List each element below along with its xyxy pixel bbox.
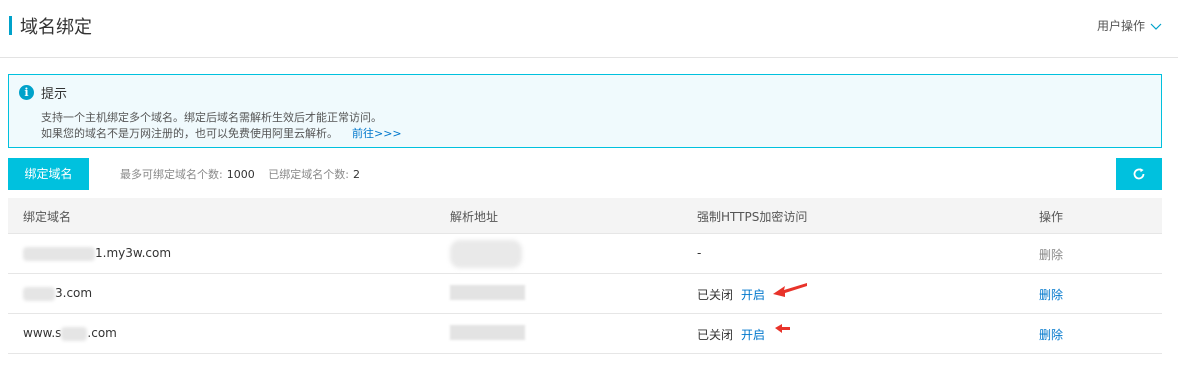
redacted-blur <box>23 286 55 301</box>
table-row: 1.my3w.com - 删除 <box>8 234 1162 274</box>
aliyun-dns-link[interactable]: 前往>>> <box>352 127 402 140</box>
https-cell: 已关闭 开启 <box>697 286 765 303</box>
redacted-blur <box>23 246 95 261</box>
info-icon: i <box>19 85 34 100</box>
header-actions: 操作 <box>1039 210 1064 224</box>
tip-title: 提示 <box>41 87 68 102</box>
table-row: www.s .com 已关闭 开启 删除 <box>8 314 1162 354</box>
enable-https-link[interactable]: 开启 <box>741 328 765 342</box>
redacted-blur <box>61 326 88 341</box>
delete-link[interactable]: 删除 <box>1039 246 1063 263</box>
table-header: 绑定域名 解析地址 强制HTTPS加密访问 操作 <box>8 198 1162 234</box>
chevron-down-icon <box>1150 23 1162 30</box>
https-status: 已关闭 <box>697 288 734 302</box>
user-ops-label: 用户操作 <box>1096 19 1145 33</box>
domain-stats: 最多可绑定域名个数: 1000 已绑定域名个数: 2 <box>120 166 370 182</box>
domain-suffix: 3.com <box>55 286 93 300</box>
delete-link[interactable]: 删除 <box>1039 286 1063 303</box>
domain-cell: www.s .com <box>23 326 117 341</box>
enable-https-link[interactable]: 开启 <box>741 288 765 302</box>
page-title: 域名绑定 <box>20 17 92 38</box>
bind-domain-button[interactable]: 绑定域名 <box>8 158 89 190</box>
annotation-arrow-icon <box>773 283 807 297</box>
redacted-address <box>450 240 522 268</box>
annotation-arrow-icon <box>775 324 790 333</box>
user-ops-menu[interactable]: 用户操作 <box>1097 17 1162 34</box>
max-domains-value: 1000 <box>226 168 255 181</box>
refresh-icon <box>1133 168 1145 180</box>
page-header: 域名绑定 用户操作 <box>0 0 1178 58</box>
domain-cell: 3.com <box>23 286 92 301</box>
delete-link[interactable]: 删除 <box>1039 326 1063 343</box>
domain-cell: 1.my3w.com <box>23 246 171 261</box>
tip-line-1: 支持一个主机绑定多个域名。绑定后域名需解析生效后才能正常访问。 <box>41 111 382 124</box>
title-accent-bar <box>9 16 12 35</box>
bound-domains-value: 2 <box>352 168 360 181</box>
https-cell: 已关闭 开启 <box>697 326 765 343</box>
domain-prefix: www.s <box>23 326 62 340</box>
header-resolve-address: 解析地址 <box>450 210 499 224</box>
tip-line-2: 如果您的域名不是万网注册的，也可以免费使用阿里云解析。 前往>>> <box>41 125 402 141</box>
domain-suffix: .com <box>87 326 117 340</box>
https-status: - <box>697 246 702 260</box>
redacted-address <box>450 285 525 300</box>
refresh-button[interactable] <box>1116 158 1162 190</box>
max-domains-label: 最多可绑定域名个数: <box>120 168 223 181</box>
header-https: 强制HTTPS加密访问 <box>697 210 808 224</box>
bound-domains-label: 已绑定域名个数: <box>268 168 349 181</box>
header-domain: 绑定域名 <box>23 210 72 224</box>
domain-suffix: 1.my3w.com <box>95 246 172 260</box>
table-row: 3.com 已关闭 开启 删除 <box>8 274 1162 314</box>
tip-box: i 提示 支持一个主机绑定多个域名。绑定后域名需解析生效后才能正常访问。 如果您… <box>8 74 1162 148</box>
tip-line-2-text: 如果您的域名不是万网注册的，也可以免费使用阿里云解析。 <box>41 127 338 140</box>
redacted-address <box>450 325 525 340</box>
domain-table: 绑定域名 解析地址 强制HTTPS加密访问 操作 1.my3w.com - 删除… <box>8 198 1162 354</box>
https-status: 已关闭 <box>697 328 734 342</box>
